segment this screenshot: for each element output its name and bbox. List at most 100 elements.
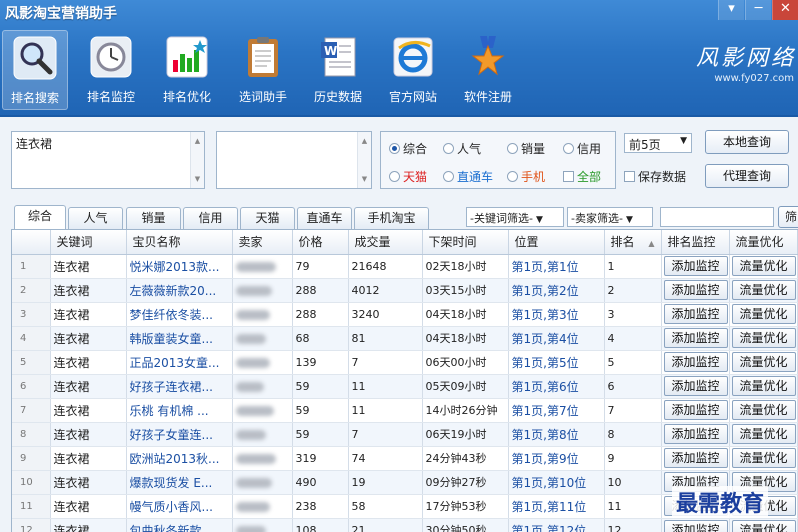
cell-item-name[interactable]: 左薇薇新款20... <box>126 278 233 303</box>
save-data-checkbox[interactable]: 保存数据 <box>624 168 686 185</box>
keyword-filter-dropdown[interactable]: -关键词筛选- ▼ <box>466 207 564 227</box>
tab-sales[interactable]: 销量 <box>126 207 181 229</box>
traffic-optimize-button[interactable]: 流量优化 <box>731 280 796 300</box>
minimize-button[interactable]: ─ <box>745 0 771 20</box>
toolbar-history-data[interactable]: W 历史数据 <box>305 30 371 110</box>
tab-tmall[interactable]: 天猫 <box>240 207 295 229</box>
cell-position[interactable]: 第1页,第4位 <box>508 326 605 351</box>
cell-position[interactable]: 第1页,第7位 <box>508 398 605 423</box>
filter-button[interactable]: 筛 <box>778 206 798 228</box>
keyword-input[interactable]: 连衣裙 ▲ ▼ <box>11 131 205 189</box>
cell-item-name[interactable]: 韩版童装女童... <box>126 326 233 351</box>
traffic-optimize-button[interactable]: 流量优化 <box>731 352 796 372</box>
cell-item-name[interactable]: 包曲秋冬新款... <box>126 518 233 532</box>
cell-position[interactable]: 第1页,第8位 <box>508 422 605 447</box>
cell-item-name[interactable]: 好孩子女童连... <box>126 422 233 447</box>
traffic-optimize-button[interactable]: 流量优化 <box>731 448 796 468</box>
table-row[interactable]: 3 连衣裙 梦佳纤依冬装... 288 3240 04天18小时 第1页,第3位 3 添加监控流… <box>12 302 798 327</box>
cell-position[interactable]: 第1页,第12位 <box>508 518 605 532</box>
toolbar-rank-monitor[interactable]: 排名监控 <box>78 30 144 110</box>
filter-text-input[interactable] <box>660 207 774 227</box>
cell-item-name[interactable]: 正品2013女童... <box>126 350 233 375</box>
tab-overall[interactable]: 综合 <box>14 205 66 230</box>
add-monitor-button[interactable]: 添加监控 <box>663 304 728 324</box>
table-row[interactable]: 8 连衣裙 好孩子女童连... 59 7 06天19小时 第1页,第8位 8 添加监控 流量优化 <box>12 422 798 447</box>
toolbar-rank-optimize[interactable]: 排名优化 <box>154 30 220 110</box>
traffic-optimize-button[interactable]: 流量优化 <box>731 400 796 420</box>
add-monitor-button[interactable]: 添加监控 <box>663 352 728 372</box>
add-monitor-button[interactable]: 添加监控 <box>663 328 728 348</box>
col-rank-monitor[interactable]: 排名监控 <box>661 230 730 255</box>
add-monitor-button[interactable]: 添加监控 <box>663 280 728 300</box>
table-row[interactable]: 4 连衣裙 韩版童装女童... 68 81 04天18小时 第1页,第4位 4 添加监控 流量优化 <box>12 326 798 351</box>
cell-position[interactable]: 第1页,第2位 <box>508 278 605 303</box>
cell-item-name[interactable]: 幔气质小香风... <box>126 494 233 519</box>
local-query-button[interactable]: 本地查询 <box>705 130 789 154</box>
menu-dropdown-button[interactable]: ▾ <box>718 0 744 20</box>
radio-sort-overall[interactable]: 综合 <box>389 140 427 157</box>
cell-item-name[interactable]: 欧洲站2013秋... <box>126 446 233 471</box>
pages-select[interactable]: 前5页 ▼ <box>624 133 692 153</box>
toolbar-rank-search[interactable]: 排名搜索 <box>2 30 68 110</box>
radio-sort-credit[interactable]: 信用 <box>563 140 601 157</box>
keyword-scrollbar[interactable]: ▲ ▼ <box>190 132 204 188</box>
radio-ztc[interactable]: 直通车 <box>443 168 493 185</box>
col-item-name[interactable]: 宝贝名称 <box>126 230 233 255</box>
toolbar-keyword-helper[interactable]: 选词助手 <box>230 30 296 110</box>
table-row[interactable]: 7 连衣裙 乐桃 有机棉 ... 59 11 14小时26分钟 第1页,第7位 7 添加监控 流量… <box>12 398 798 423</box>
traffic-optimize-button[interactable]: 流量优化 <box>731 304 796 324</box>
radio-mobile[interactable]: 手机 <box>507 168 545 185</box>
cell-position[interactable]: 第1页,第9位 <box>508 446 605 471</box>
cell-item-name[interactable]: 梦佳纤依冬装... <box>126 302 233 327</box>
traffic-optimize-button[interactable]: 流量优化 <box>731 424 796 444</box>
col-offshelf-time[interactable]: 下架时间 <box>422 230 509 255</box>
cell-position[interactable]: 第1页,第6位 <box>508 374 605 399</box>
table-row[interactable]: 5 连衣裙 正品2013女童... 139 7 06天00小时 第1页,第5位 5 添加监控 流量… <box>12 350 798 375</box>
col-position[interactable]: 位置 <box>508 230 605 255</box>
traffic-optimize-button[interactable]: 流量优化 <box>731 328 796 348</box>
col-seller[interactable]: 卖家 <box>232 230 293 255</box>
table-row[interactable]: 9 连衣裙 欧洲站2013秋... 319 74 24分钟43秒 第1页,第9位 9 添加监控流… <box>12 446 798 471</box>
add-monitor-button[interactable]: 添加监控 <box>663 256 728 276</box>
cell-item-name[interactable]: 爆款现货发 E... <box>126 470 233 495</box>
add-monitor-button[interactable]: 添加监控 <box>663 400 728 420</box>
table-row[interactable]: 6 连衣裙 好孩子连衣裙... 59 11 05天09小时 第1页,第6位 6 添加监控 流量优化 <box>12 374 798 399</box>
cell-position[interactable]: 第1页,第3位 <box>508 302 605 327</box>
tab-popular[interactable]: 人气 <box>68 207 123 229</box>
toolbar-official-site[interactable]: 官方网站 <box>380 30 446 110</box>
radio-sort-popular[interactable]: 人气 <box>443 140 481 157</box>
traffic-optimize-button[interactable]: 流量优化 <box>731 256 796 276</box>
traffic-optimize-button[interactable]: 流量优化 <box>731 376 796 396</box>
col-keyword[interactable]: 关键词 <box>50 230 127 255</box>
radio-sort-sales[interactable]: 销量 <box>507 140 545 157</box>
table-row[interactable]: 1 连衣裙 悦米娜2013款... 79 21648 02天18小时 第1页,第1位 1 添加监… <box>12 254 798 279</box>
cell-item-name[interactable]: 乐桃 有机棉 ... <box>126 398 233 423</box>
cell-position[interactable]: 第1页,第10位 <box>508 470 605 495</box>
add-monitor-button[interactable]: 添加监控 <box>663 520 728 532</box>
col-traffic-optimize[interactable]: 流量优化 <box>729 230 798 255</box>
add-monitor-button[interactable]: 添加监控 <box>663 424 728 444</box>
col-sales[interactable]: 成交量 <box>348 230 423 255</box>
col-rank[interactable]: 排名 ▲ <box>604 230 662 255</box>
cell-item-name[interactable]: 悦米娜2013款... <box>126 254 233 279</box>
tab-credit[interactable]: 信用 <box>183 207 238 229</box>
table-row[interactable]: 12 连衣裙 包曲秋冬新款... 108 21 30分钟50秒 第1页,第12位 12 添加监控… <box>12 518 798 532</box>
close-button[interactable]: ✕ <box>772 0 798 20</box>
secondary-input[interactable]: ▲ ▼ <box>216 131 372 189</box>
cell-position[interactable]: 第1页,第1位 <box>508 254 605 279</box>
secondary-scrollbar[interactable]: ▲ ▼ <box>357 132 371 188</box>
add-monitor-button[interactable]: 添加监控 <box>663 448 728 468</box>
add-monitor-button[interactable]: 添加监控 <box>663 376 728 396</box>
proxy-query-button[interactable]: 代理查询 <box>705 164 789 188</box>
seller-filter-dropdown[interactable]: -卖家筛选- ▼ <box>567 207 653 227</box>
tab-mobile-taobao[interactable]: 手机淘宝 <box>354 207 429 229</box>
table-row[interactable]: 2 连衣裙 左薇薇新款20... 288 4012 03天15小时 第1页,第2位 2 添加监控… <box>12 278 798 303</box>
tab-ztc[interactable]: 直通车 <box>297 207 352 229</box>
col-price[interactable]: 价格 <box>292 230 349 255</box>
cell-position[interactable]: 第1页,第11位 <box>508 494 605 519</box>
cell-position[interactable]: 第1页,第5位 <box>508 350 605 375</box>
traffic-optimize-button[interactable]: 流量优化 <box>731 520 796 532</box>
toolbar-register[interactable]: 软件注册 <box>455 30 521 110</box>
cell-item-name[interactable]: 好孩子连衣裙... <box>126 374 233 399</box>
radio-tmall[interactable]: 天猫 <box>389 168 427 185</box>
